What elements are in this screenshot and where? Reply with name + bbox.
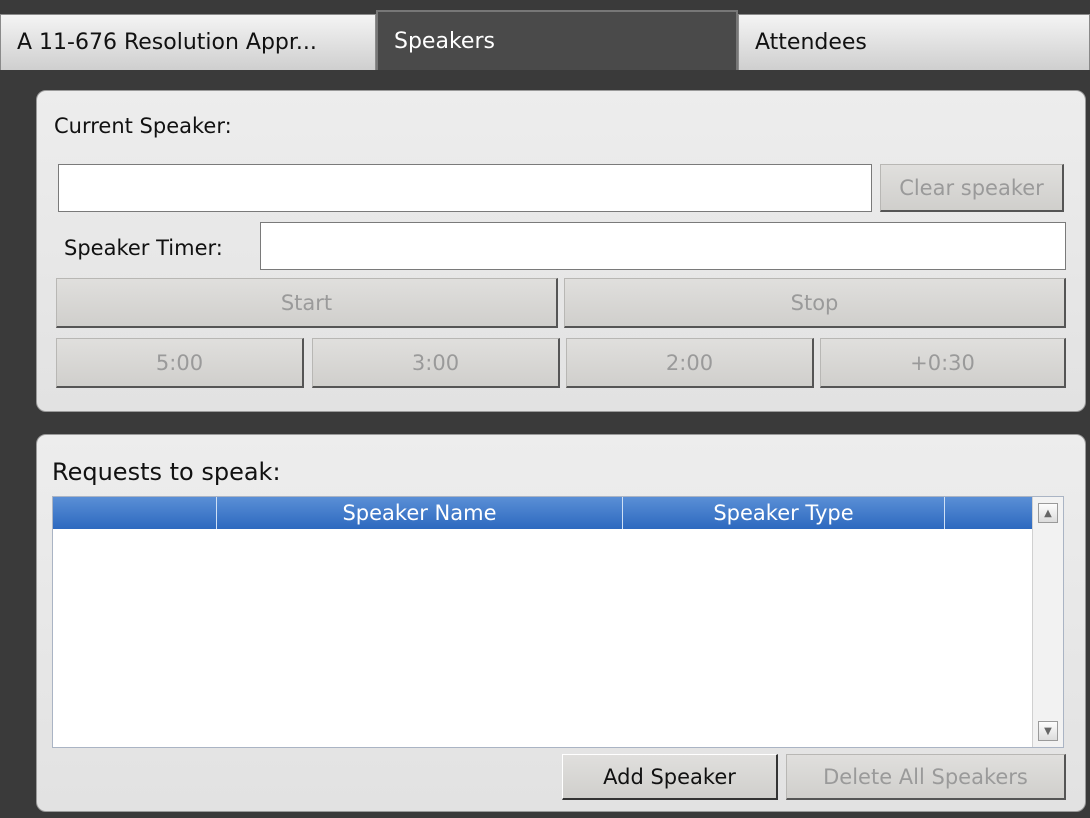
stop-button[interactable]: Stop bbox=[564, 278, 1066, 328]
grid-col-select[interactable] bbox=[53, 497, 217, 529]
preset-5min-button[interactable]: 5:00 bbox=[56, 338, 304, 388]
add-speaker-button[interactable]: Add Speaker bbox=[562, 754, 778, 800]
grid-col-speaker-type[interactable]: Speaker Type bbox=[623, 497, 945, 529]
requests-grid[interactable]: Speaker Name Speaker Type ▲ ▼ bbox=[52, 496, 1064, 748]
tab-attendees[interactable]: Attendees bbox=[738, 14, 1090, 70]
scroll-up-arrow-icon[interactable]: ▲ bbox=[1038, 503, 1058, 523]
preset-3min-button[interactable]: 3:00 bbox=[312, 338, 560, 388]
tab-bar: A 11-676 Resolution Appr... Speakers Att… bbox=[0, 0, 1090, 70]
grid-col-extra[interactable] bbox=[945, 497, 1033, 529]
grid-header: Speaker Name Speaker Type bbox=[53, 497, 1033, 529]
grid-scrollbar[interactable]: ▲ ▼ bbox=[1032, 497, 1063, 747]
delete-all-speakers-button[interactable]: Delete All Speakers bbox=[786, 754, 1066, 800]
clear-speaker-button[interactable]: Clear speaker bbox=[880, 164, 1064, 212]
speaker-timer-input[interactable] bbox=[260, 222, 1066, 270]
current-speaker-input[interactable] bbox=[58, 164, 872, 212]
grid-col-speaker-name[interactable]: Speaker Name bbox=[217, 497, 623, 529]
tab-resolution[interactable]: A 11-676 Resolution Appr... bbox=[0, 14, 376, 70]
tab-speakers[interactable]: Speakers bbox=[376, 10, 738, 70]
speaker-timer-label: Speaker Timer: bbox=[64, 236, 223, 260]
preset-plus30s-button[interactable]: +0:30 bbox=[820, 338, 1066, 388]
scroll-down-arrow-icon[interactable]: ▼ bbox=[1038, 721, 1058, 741]
start-button[interactable]: Start bbox=[56, 278, 558, 328]
current-speaker-label: Current Speaker: bbox=[54, 114, 232, 138]
requests-label: Requests to speak: bbox=[52, 458, 281, 486]
preset-2min-button[interactable]: 2:00 bbox=[566, 338, 814, 388]
